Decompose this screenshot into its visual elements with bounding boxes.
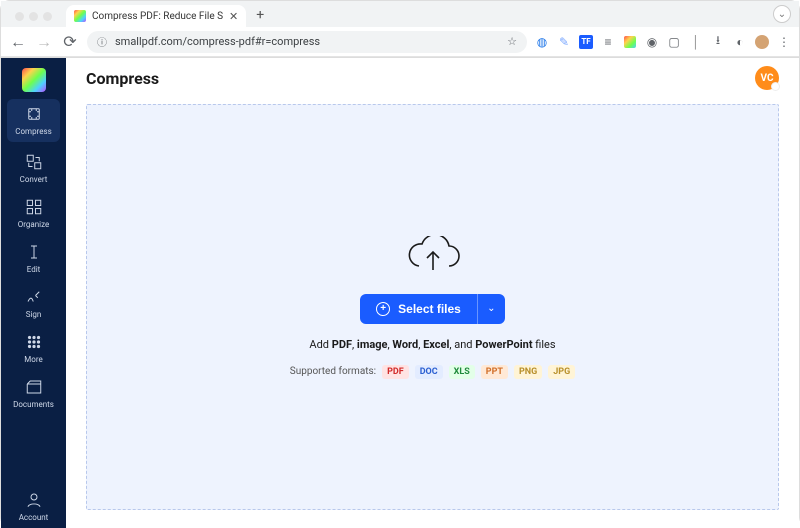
page-title: Compress [86,69,159,88]
forward-button[interactable]: → [35,33,53,51]
chevron-down-icon[interactable]: ⌄ [773,5,791,23]
organize-icon [25,198,43,216]
plus-circle-icon: + [376,302,390,316]
extension-icon[interactable] [623,35,637,49]
extension-icon[interactable]: ≡ [601,35,615,49]
profile-icon[interactable] [755,35,769,49]
format-badge-jpg: JPG [548,365,575,379]
select-files-dropdown[interactable]: ⌄ [477,294,505,324]
tab-title: Compress PDF: Reduce File S [92,11,223,22]
supported-formats: Supported formats: PDF DOC XLS PPT PNG J… [290,365,575,379]
sidebar: Compress Convert Organize Edit Sign [1,58,66,528]
browser-tab[interactable]: Compress PDF: Reduce File S ✕ [66,5,246,27]
extension-icons: ◍ ✎ TF ≡ ◉ ▢ │ ⭳ ◐ ⋮ [535,35,791,49]
hint-text: files [533,338,556,351]
sidebar-item-convert[interactable]: Convert [1,145,66,190]
sidebar-item-label: Edit [27,265,41,274]
grid-icon [25,333,43,351]
bookmark-star-icon[interactable]: ☆ [507,35,517,48]
browser-chrome: Compress PDF: Reduce File S ✕ + ⌄ ← → ⟳ … [1,1,799,58]
tab-favicon [74,10,86,22]
address-bar[interactable]: ⓘ smallpdf.com/compress-pdf#r=compress ☆ [87,31,527,53]
reload-button[interactable]: ⟳ [61,33,79,51]
hint-text: PDF [332,338,352,351]
app-logo[interactable] [22,68,46,92]
dropzone[interactable]: + Select files ⌄ Add PDF, image, Word, E… [86,104,779,510]
dropzone-hint: Add PDF, image, Word, Excel, and PowerPo… [309,338,555,351]
sidebar-item-edit[interactable]: Edit [1,235,66,280]
sign-icon [25,288,43,306]
hint-text: , and [449,338,475,351]
extension-icon[interactable]: ✎ [557,35,571,49]
hint-text: Word [392,338,418,351]
extension-icon[interactable]: ◐ [733,35,747,49]
hint-text: PowerPoint [475,338,532,351]
tab-strip: Compress PDF: Reduce File S ✕ + ⌄ [1,1,799,27]
hint-text: Excel [423,338,449,351]
menu-icon[interactable]: ⋮ [777,35,791,49]
format-badge-ppt: PPT [481,365,508,379]
browser-toolbar: ← → ⟳ ⓘ smallpdf.com/compress-pdf#r=comp… [1,27,799,57]
documents-icon [25,378,43,396]
hint-text: Add [309,338,331,351]
site-info-icon[interactable]: ⓘ [97,34,107,49]
traffic-light-zoom[interactable] [43,12,52,21]
avatar[interactable]: VC [755,66,779,90]
new-tab-button[interactable]: + [250,5,270,25]
extension-icon[interactable]: ▢ [667,35,681,49]
sidebar-item-compress[interactable]: Compress [7,99,60,142]
extension-icon[interactable]: ◍ [535,35,549,49]
window-controls[interactable] [7,12,62,27]
format-badge-doc: DOC [415,365,443,379]
extension-icon[interactable]: TF [579,35,593,49]
sidebar-item-label: Sign [26,310,42,319]
download-icon[interactable]: ⭳ [711,35,725,49]
sidebar-item-label: Documents [13,400,54,409]
sidebar-item-label: Organize [18,220,50,229]
app: Compress Convert Organize Edit Sign [1,58,799,528]
url-text: smallpdf.com/compress-pdf#r=compress [115,35,320,48]
sidebar-item-documents[interactable]: Documents [1,370,66,415]
convert-icon [25,153,43,171]
avatar-initials: VC [760,73,773,84]
chevron-down-icon: ⌄ [487,303,495,314]
format-badge-png: PNG [514,365,542,379]
compress-icon [25,105,43,123]
select-files-group: + Select files ⌄ [360,294,505,324]
select-files-button[interactable]: + Select files [360,294,477,324]
app-header: Compress VC [66,58,799,94]
traffic-light-close[interactable] [15,12,24,21]
dropzone-inner: + Select files ⌄ Add PDF, image, Word, E… [290,236,575,379]
sidebar-item-organize[interactable]: Organize [1,190,66,235]
format-badge-xls: XLS [449,365,475,379]
sidebar-item-label: Compress [15,127,51,136]
sidebar-item-label: Convert [20,175,48,184]
sidebar-item-label: Account [19,513,49,522]
extension-icon[interactable]: │ [689,35,703,49]
main-content: Compress VC + Select files [66,58,799,528]
edit-icon [25,243,43,261]
tab-close-icon[interactable]: ✕ [229,10,238,23]
sidebar-item-account[interactable]: Account [1,483,66,528]
extension-icon[interactable]: ◉ [645,35,659,49]
sidebar-item-more[interactable]: More [1,325,66,370]
select-files-label: Select files [398,302,461,316]
back-button[interactable]: ← [9,33,27,51]
sidebar-item-label: More [24,355,42,364]
account-icon [25,491,43,509]
supported-label: Supported formats: [290,366,376,377]
format-badge-pdf: PDF [382,365,409,379]
cloud-upload-icon [405,236,461,280]
sidebar-item-sign[interactable]: Sign [1,280,66,325]
traffic-light-minimize[interactable] [29,12,38,21]
hint-text: image [357,338,388,351]
